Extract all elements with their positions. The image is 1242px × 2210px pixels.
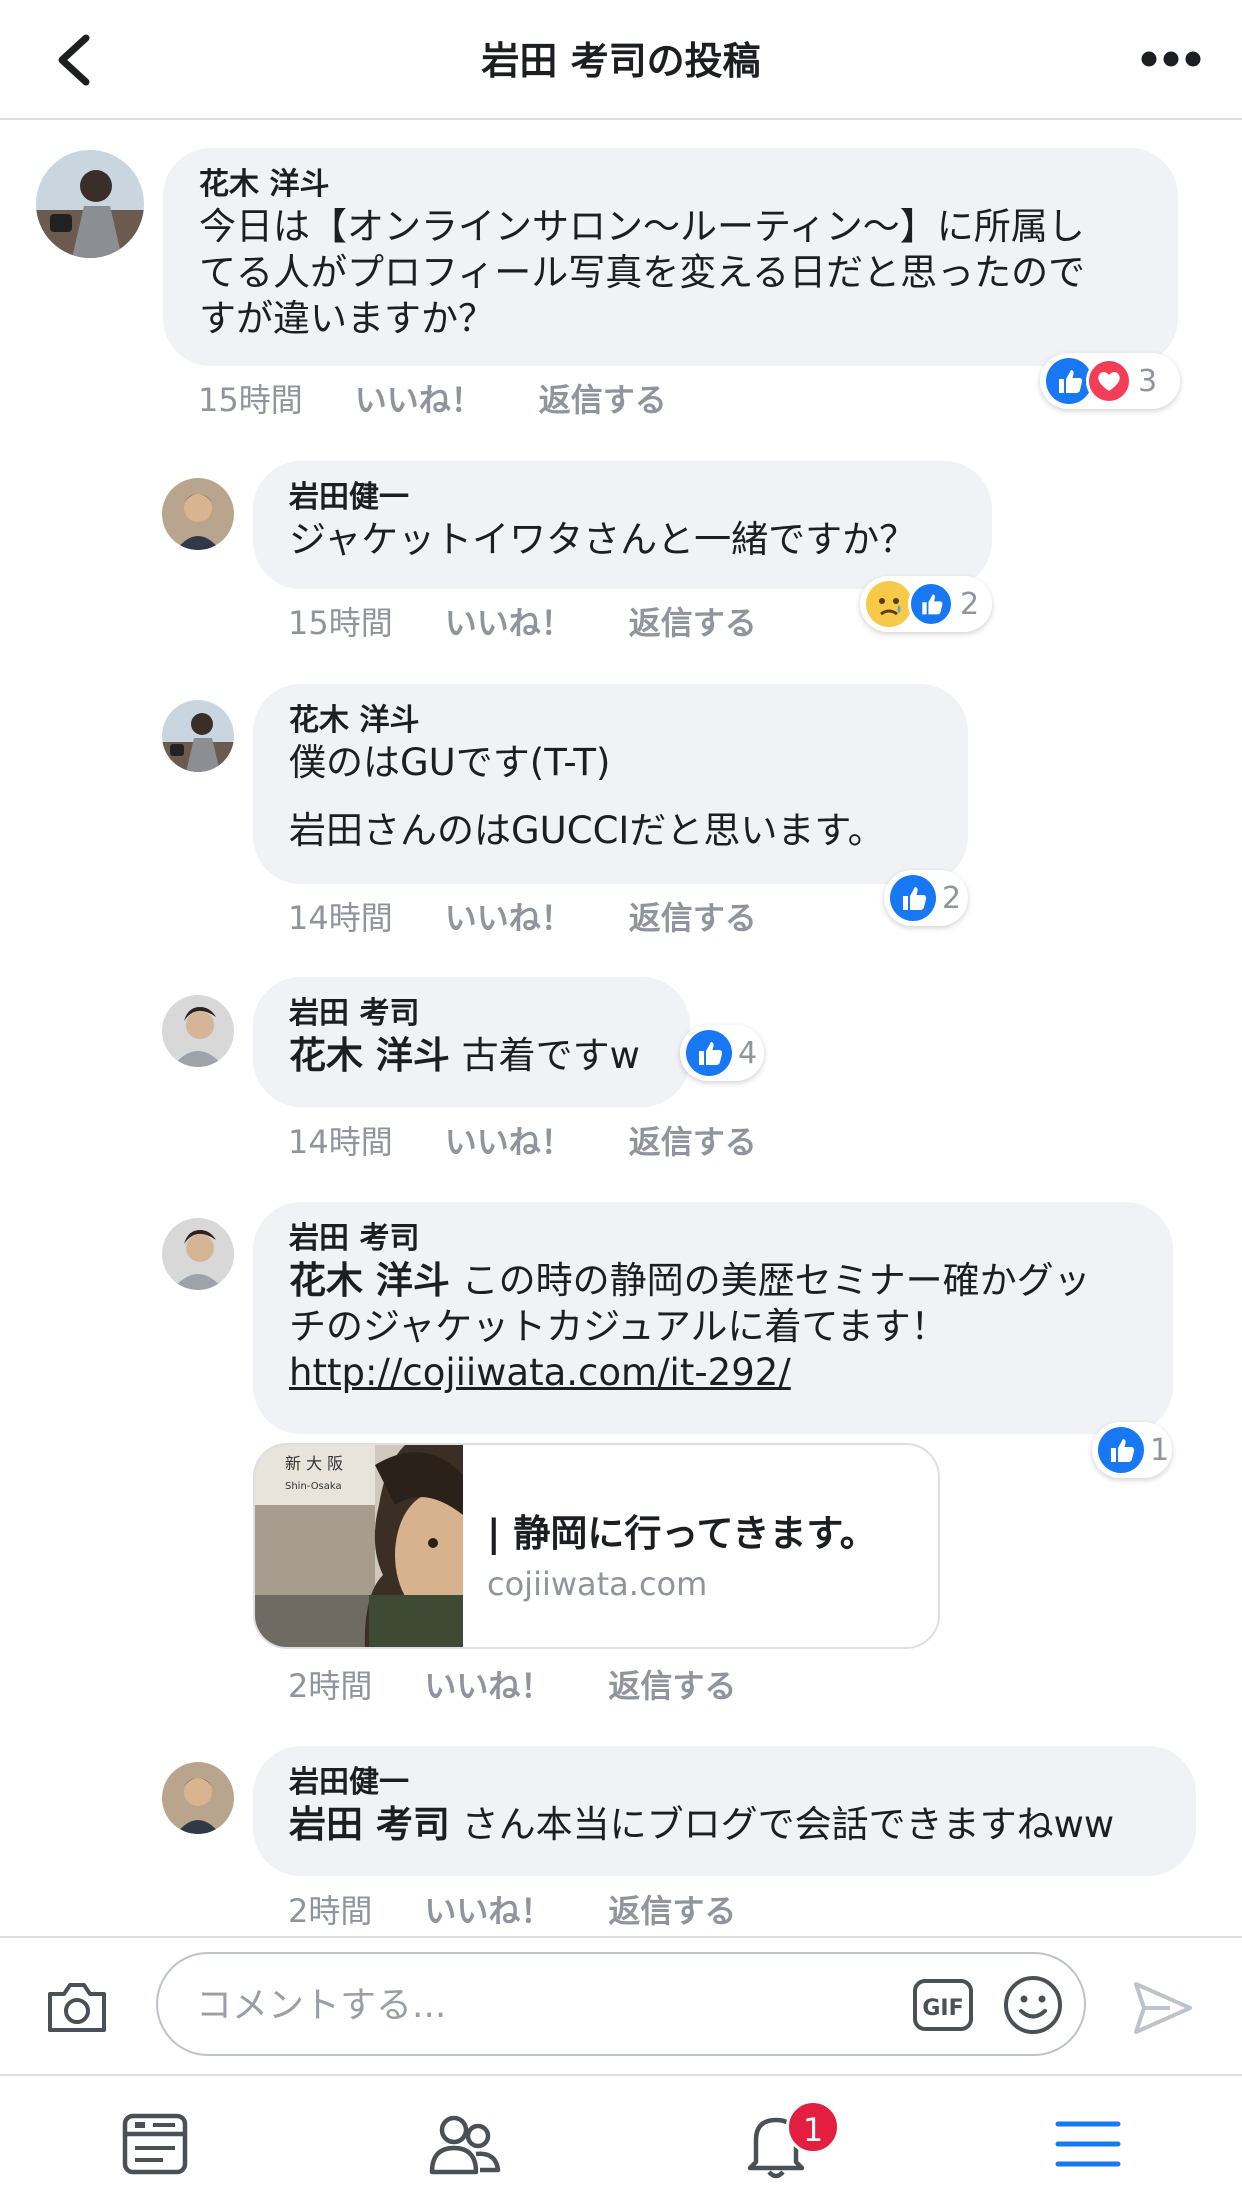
sad-reaction-icon [866,581,912,627]
comment-input-container[interactable]: GIF [156,1952,1086,2056]
comment-input[interactable] [194,1976,838,2034]
comment-author[interactable]: 岩田健一 [289,479,956,517]
comment-text: この時の静岡の美歴セミナー確かグッ [449,1259,1091,1302]
reaction-summary[interactable]: 1 [1092,1422,1172,1478]
like-button[interactable]: いいね！ [424,1886,552,1932]
comment-timestamp[interactable]: 15時間 [198,375,303,421]
reaction-count: 2 [960,586,980,622]
comment-timestamp[interactable]: 2時間 [288,1886,372,1932]
comment-actions: 2時間 いいね！ 返信する [288,1661,736,1707]
reaction-count: 1 [1150,1432,1170,1468]
url-link[interactable]: http://cojiiwata.com/it-292/ [289,1351,791,1394]
notification-badge: 1 [786,2100,840,2154]
comment-bubble[interactable]: 岩田健一 ジャケットイワタさんと一緒ですか？ [253,461,992,589]
love-reaction-icon [1086,358,1132,404]
comment-author[interactable]: 岩田 考司 [289,1220,1137,1258]
reply-button[interactable]: 返信する [629,1117,757,1163]
link-preview-domain: cojiiwata.com [487,1565,708,1603]
comment-actions: 14時間 いいね！ 返信する [288,1117,757,1163]
comment-author[interactable]: 花木 洋斗 [289,702,932,740]
comment-text-line: 僕のはGUです(T-T) [289,741,611,784]
like-reaction-icon [686,1030,732,1076]
like-button[interactable]: いいね！ [424,1661,552,1707]
comment-bubble[interactable]: 岩田健一 岩田 考司 さん本当にブログで会話できますねww [253,1746,1196,1876]
link-preview-image: 新 大 阪 Shin-Osaka [255,1445,463,1647]
camera-icon[interactable] [44,1978,110,2036]
reaction-summary[interactable]: 2 [884,870,968,926]
friends-tab-icon[interactable] [424,2104,504,2184]
reaction-count: 2 [942,880,962,916]
comment-text: さん本当にブログで会話できますねww [449,1803,1115,1846]
comment-author[interactable]: 岩田健一 [289,1764,1160,1802]
reply-button[interactable]: 返信する [608,1661,736,1707]
comment-bubble[interactable]: 花木 洋斗 今日は【オンラインサロン〜ルーティン〜】に所属し てる人がプロフィー… [163,148,1178,366]
comment-actions: 14時間 いいね！ 返信する [288,893,757,939]
comment-link-line: http://cojiiwata.com/it-292/ [289,1350,1137,1396]
comment-bubble[interactable]: 岩田 考司 花木 洋斗 古着ですw [253,977,690,1107]
avatar[interactable] [162,1762,234,1834]
news-feed-tab-icon[interactable] [115,2104,195,2184]
comment-text-line: 今日は【オンラインサロン〜ルーティン〜】に所属し [199,205,1085,248]
comment-actions: 2時間 いいね！ 返信する [288,1886,736,1932]
comment-text-line: 岩田 考司 さん本当にブログで会話できますねww [289,1802,1160,1848]
mention-link[interactable]: 岩田 考司 [289,1803,450,1846]
like-button[interactable]: いいね！ [355,375,483,421]
link-preview-card[interactable]: 新 大 阪 Shin-Osaka | 静岡に行ってきます。 cojiiwata.… [253,1443,940,1649]
comment-text-line: 花木 洋斗 この時の静岡の美歴セミナー確かグッ [289,1258,1137,1304]
comment-bubble[interactable]: 岩田 考司 花木 洋斗 この時の静岡の美歴セミナー確かグッ チのジャケットカジュ… [253,1202,1173,1434]
comment-author[interactable]: 花木 洋斗 [199,166,1142,204]
reply-button[interactable]: 返信する [629,893,757,939]
reaction-summary[interactable]: 4 [680,1025,764,1081]
comment-timestamp[interactable]: 14時間 [288,893,393,939]
comment-author[interactable]: 岩田 考司 [289,995,670,1033]
comment-text-line: ジャケットイワタさんと一緒ですか？ [289,518,917,561]
more-options-icon[interactable] [1140,44,1202,74]
reaction-summary[interactable]: 2 [860,576,992,632]
station-sign-text: 新 大 阪 [285,1454,343,1473]
comment-bubble[interactable]: 花木 洋斗 僕のはGUです(T-T) 岩田さんのはGUCCIだと思います。 [253,684,968,884]
comment-actions: 15時間 いいね！ 返信する [198,375,667,421]
svg-text:GIF: GIF [922,1996,963,2021]
comment-timestamp[interactable]: 2時間 [288,1661,372,1707]
like-reaction-icon [908,581,954,627]
like-reaction-icon [890,875,936,921]
station-sign-subtext: Shin-Osaka [285,1481,342,1492]
emoji-icon[interactable] [1002,1974,1064,2036]
avatar[interactable] [36,150,144,258]
avatar[interactable] [162,1218,234,1290]
comment-timestamp[interactable]: 15時間 [288,598,393,644]
reply-button[interactable]: 返信する [608,1886,736,1932]
comment-composer: GIF [0,1936,1242,2076]
comment-text-line: 岩田さんのはGUCCIだと思います。 [289,809,885,852]
like-button[interactable]: いいね！ [445,1117,573,1163]
mention-link[interactable]: 花木 洋斗 [289,1259,450,1302]
bottom-tab-bar: 1 [0,2074,1242,2210]
avatar[interactable] [162,995,234,1067]
menu-tab-icon[interactable] [1048,2104,1128,2184]
reply-button[interactable]: 返信する [629,598,757,644]
comment-text-line: てる人がプロフィール写真を変える日だと思ったので [199,251,1086,294]
page-title: 岩田 考司の投稿 [481,39,761,83]
reaction-count: 3 [1138,363,1158,399]
gif-icon[interactable]: GIF [912,1978,974,2032]
comment-text-line: すが違いますか？ [199,297,495,340]
link-preview-title: | 静岡に行ってきます。 [487,1512,877,1555]
like-reaction-icon [1098,1427,1144,1473]
like-button[interactable]: いいね！ [445,893,573,939]
avatar[interactable] [162,700,234,772]
comment-timestamp[interactable]: 14時間 [288,1117,393,1163]
send-icon[interactable] [1130,1978,1196,2038]
top-bar: 岩田 考司の投稿 [0,0,1242,120]
comment-text-line: チのジャケットカジュアルに着てます！ [289,1305,948,1348]
reaction-summary[interactable]: 3 [1040,353,1180,409]
like-button[interactable]: いいね！ [445,598,573,644]
reply-button[interactable]: 返信する [539,375,667,421]
reaction-count: 4 [738,1035,758,1071]
mention-link[interactable]: 花木 洋斗 [289,1034,450,1077]
avatar[interactable] [162,478,234,550]
comment-actions: 15時間 いいね！ 返信する [288,598,757,644]
comment-text: 古着ですw [449,1034,640,1077]
comment-text-line: 花木 洋斗 古着ですw [289,1033,670,1079]
